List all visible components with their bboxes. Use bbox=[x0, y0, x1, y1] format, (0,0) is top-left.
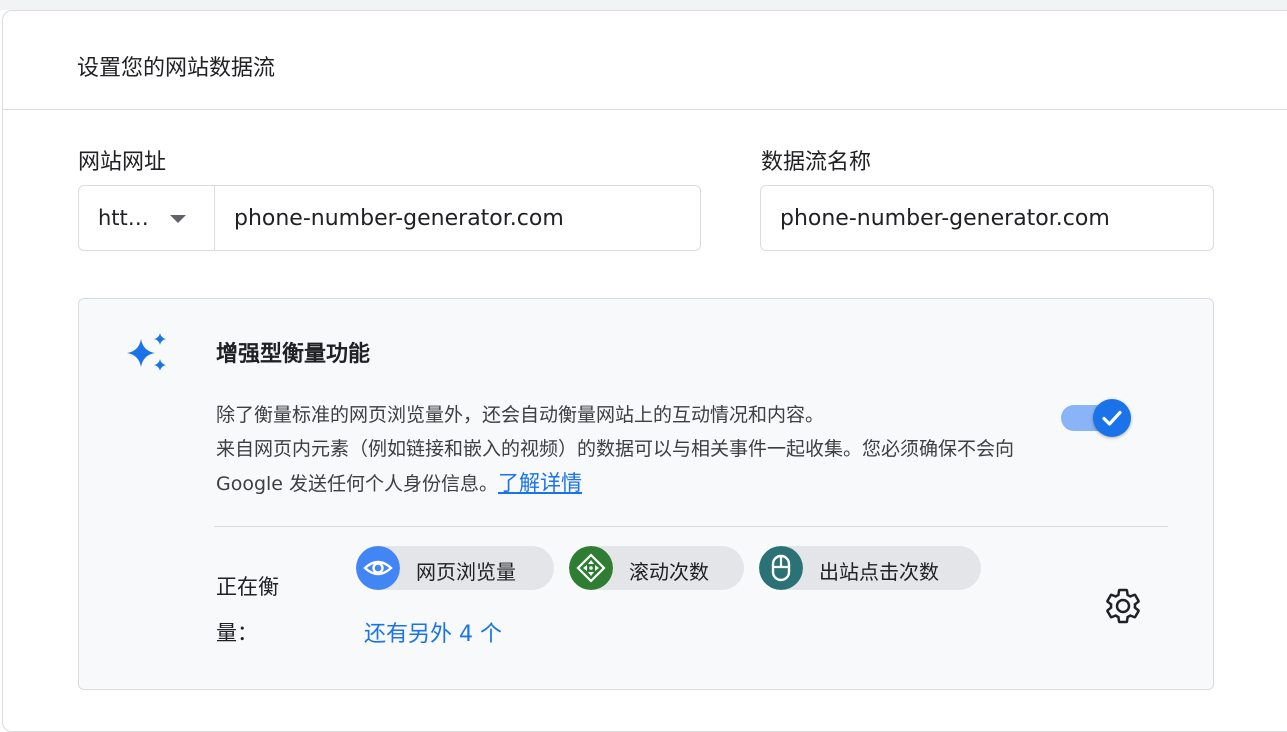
stream-name-label: 数据流名称 bbox=[761, 150, 872, 175]
measuring-label: 正在衡量： bbox=[216, 575, 279, 645]
enhanced-measurement-description: 除了衡量标准的网页浏览量外，还会自动衡量网站上的互动情况和内容。 来自网页内元素… bbox=[216, 398, 1066, 501]
dropdown-arrow-icon bbox=[170, 215, 186, 223]
website-url-input[interactable] bbox=[215, 186, 695, 250]
enhanced-measurement-toggle[interactable] bbox=[1061, 399, 1131, 437]
card-title: 设置您的网站数据流 bbox=[77, 56, 276, 81]
panel-divider bbox=[214, 526, 1168, 527]
enhanced-measurement-panel: 增强型衡量功能 除了衡量标准的网页浏览量外，还会自动衡量网站上的互动情况和内容。… bbox=[78, 298, 1214, 690]
scroll-icon bbox=[569, 546, 613, 590]
description-line-1: 除了衡量标准的网页浏览量外，还会自动衡量网站上的互动情况和内容。 bbox=[216, 404, 825, 426]
gear-icon[interactable] bbox=[1103, 586, 1143, 626]
chip-outbound-clicks[interactable]: 出站点击次数 bbox=[759, 546, 981, 590]
chip-label: 出站点击次数 bbox=[819, 560, 939, 584]
protocol-value: htt… bbox=[98, 206, 149, 230]
more-events-link[interactable]: 还有另外 4 个 bbox=[364, 616, 502, 648]
chip-page-views[interactable]: 网页浏览量 bbox=[356, 546, 554, 590]
protocol-select[interactable]: htt… bbox=[79, 186, 215, 250]
stream-name-input[interactable] bbox=[761, 186, 1211, 250]
website-url-label: 网站网址 bbox=[78, 150, 167, 175]
enhanced-measurement-title: 增强型衡量功能 bbox=[216, 342, 371, 367]
chip-label: 网页浏览量 bbox=[416, 560, 516, 584]
chip-label: 滚动次数 bbox=[629, 560, 709, 584]
learn-more-link[interactable]: 了解详情 bbox=[498, 471, 582, 495]
check-icon bbox=[1093, 399, 1131, 437]
chip-scrolls[interactable]: 滚动次数 bbox=[569, 546, 744, 590]
mouse-icon bbox=[759, 546, 803, 590]
website-url-field: htt… bbox=[78, 185, 701, 251]
sparkle-icon bbox=[127, 333, 166, 371]
stream-name-field bbox=[760, 185, 1214, 251]
description-line-2: 来自网页内元素（例如链接和嵌入的视频）的数据可以与相关事件一起收集。您必须确保不… bbox=[216, 438, 1015, 495]
top-strip bbox=[0, 0, 1287, 10]
title-divider bbox=[2, 109, 1287, 110]
eye-icon bbox=[356, 546, 400, 590]
